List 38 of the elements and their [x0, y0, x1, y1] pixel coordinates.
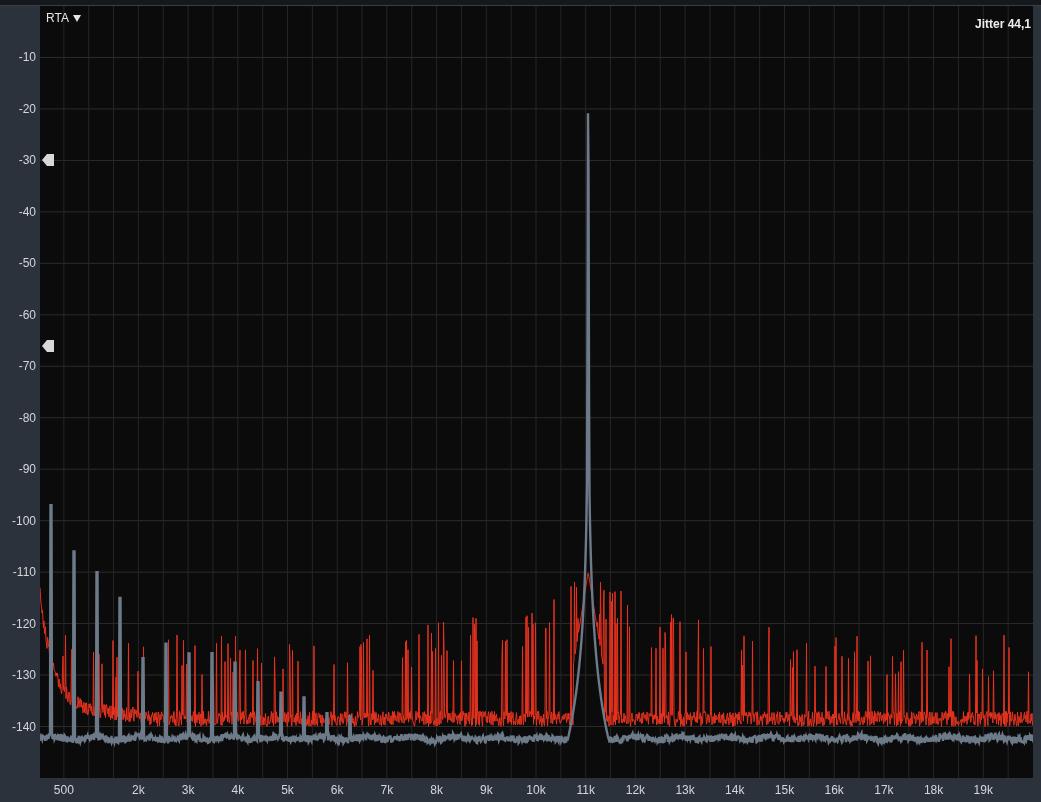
level-marker-icon[interactable] — [42, 339, 54, 352]
x-axis-label: 3k — [181, 783, 195, 797]
x-axis-label: 6k — [330, 783, 344, 797]
x-axis-label: 5k — [281, 783, 294, 797]
x-axis-label: 2k — [132, 783, 145, 797]
x-axis-label: 10k — [526, 783, 546, 797]
x-axis-label: 11k — [576, 783, 595, 797]
y-axis-label: -110 — [12, 565, 36, 580]
caret-icon — [72, 14, 81, 22]
x-axis-label: 17k — [874, 783, 894, 797]
y-axis-label: -50 — [18, 256, 36, 271]
x-axis-label: 15k — [774, 783, 795, 797]
y-axis-label: -20 — [18, 101, 36, 116]
y-axis-label: -90 — [18, 462, 36, 477]
level-marker-icon[interactable] — [42, 154, 54, 167]
y-axis-label: -70 — [18, 359, 36, 374]
x-axis-label: 12k — [625, 783, 646, 797]
x-axis-label: 18k — [923, 783, 944, 797]
y-axis-label: -30 — [18, 153, 36, 168]
x-axis-label: 19k — [973, 783, 993, 797]
x-axis-label: 9k — [479, 783, 493, 797]
y-axis-label: -130 — [11, 668, 36, 683]
x-axis-label: 8k — [430, 783, 443, 797]
x-axis-label: 7k — [380, 783, 394, 797]
y-axis-label: -120 — [11, 616, 36, 631]
x-axis-label: 4k — [231, 783, 245, 797]
x-axis-label: 14k — [725, 783, 745, 797]
x-axis-label: 16k — [824, 783, 844, 797]
y-axis-label: -40 — [18, 204, 36, 219]
y-axis-label: -80 — [18, 410, 36, 425]
x-axis-label: 13k — [675, 783, 695, 797]
y-axis-label: -100 — [11, 513, 36, 528]
y-axis-label: -60 — [18, 307, 36, 322]
x-axis-label: 500 — [53, 783, 74, 797]
analyzer-title: Jitter 44,1 — [974, 17, 1031, 31]
y-axis-label: -140 — [11, 719, 36, 734]
mode-menu[interactable]: RTA — [46, 11, 81, 25]
y-axis-label: -10 — [18, 50, 36, 65]
